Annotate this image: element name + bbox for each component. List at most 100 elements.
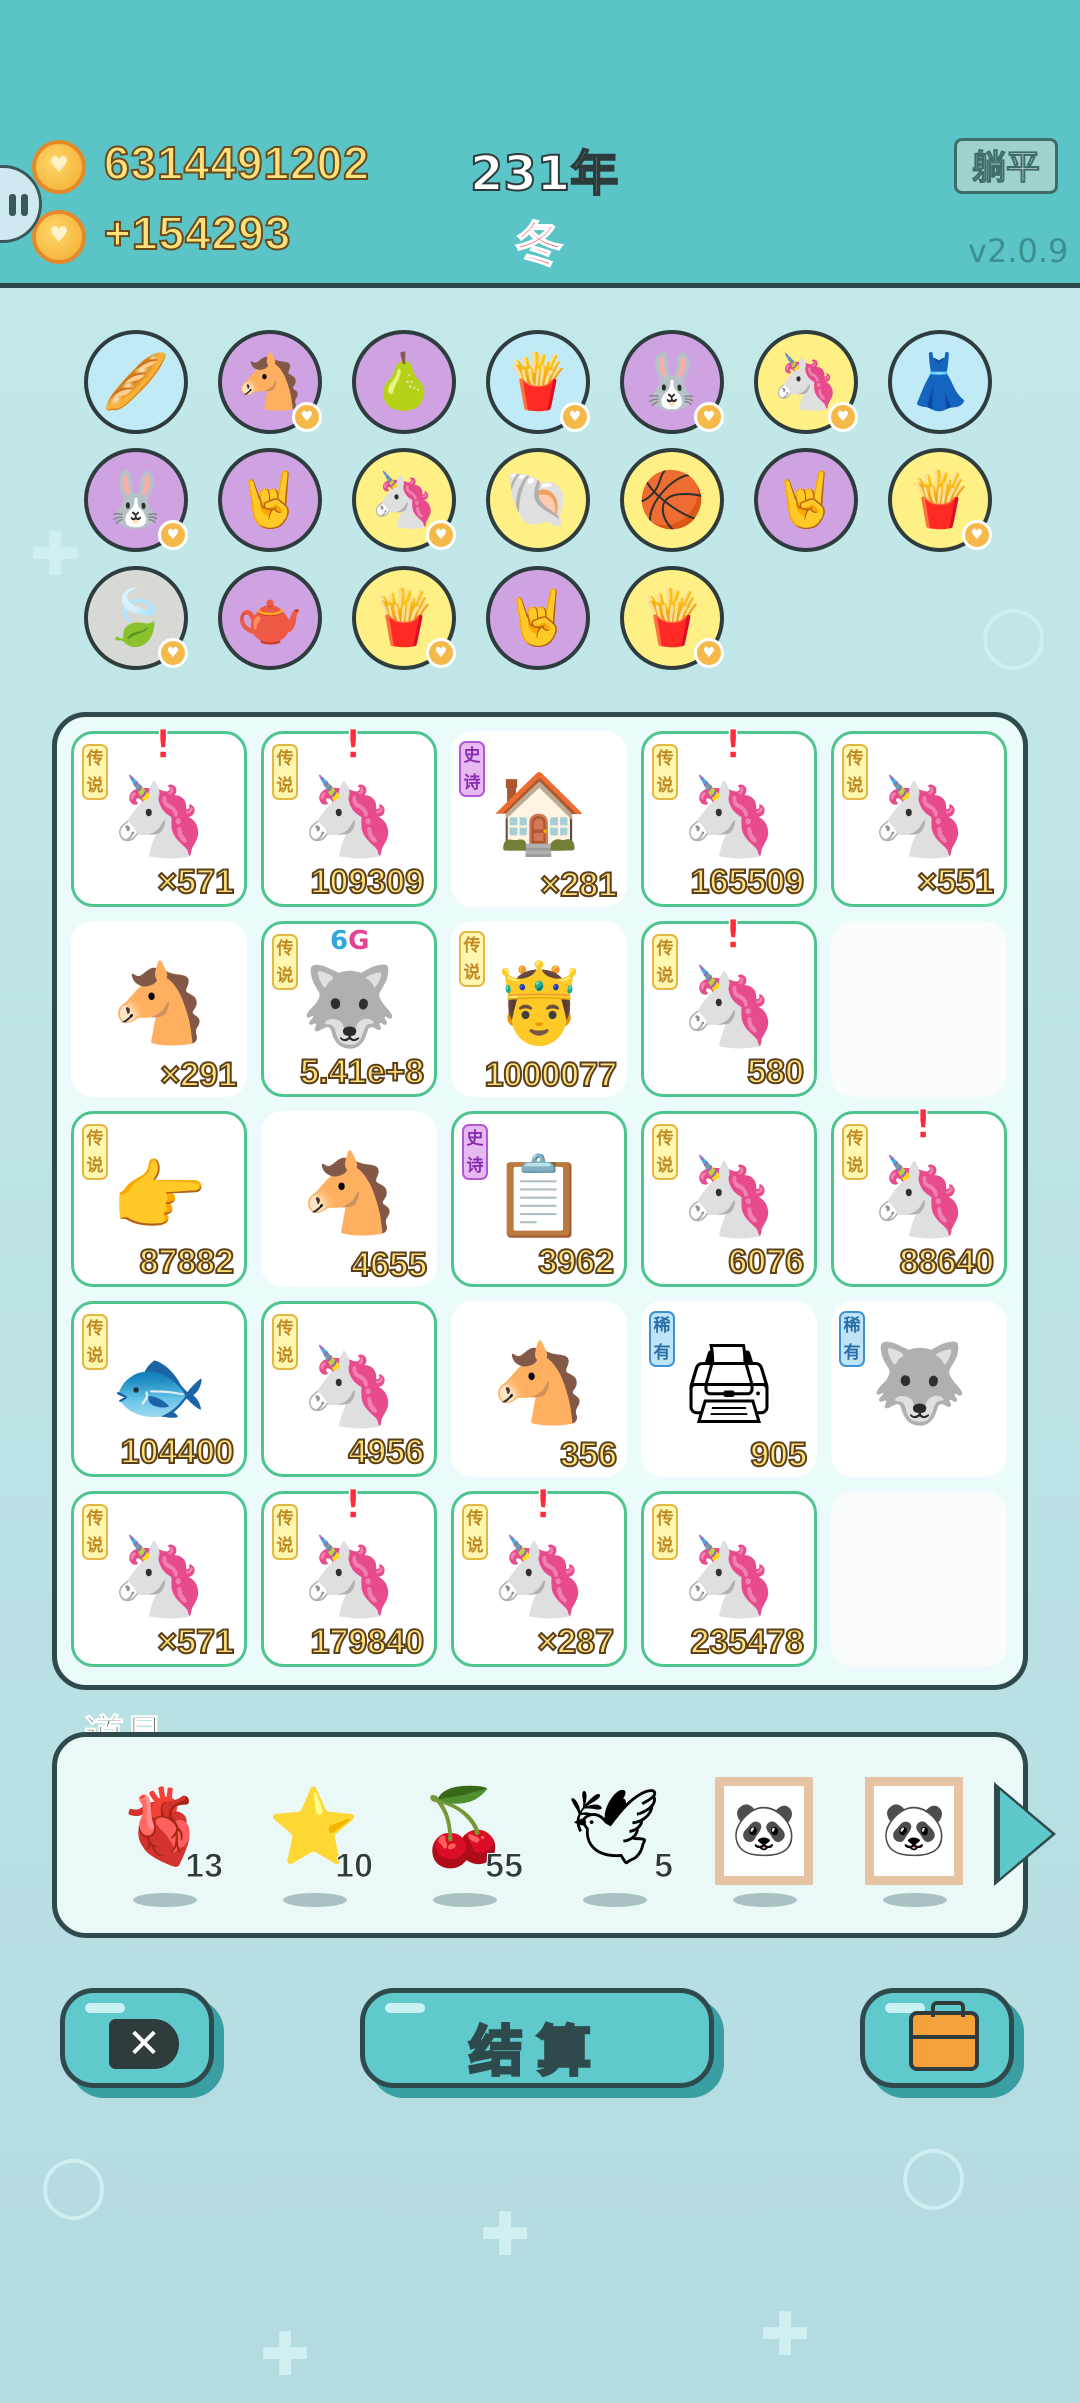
board-cell[interactable]: 传说 🦄 235478 — [641, 1491, 817, 1667]
unicorn-icon: 🦄 — [490, 1532, 588, 1622]
prop-item[interactable]: ⭐ 10 — [259, 1777, 373, 1907]
prop-count: 55 — [485, 1847, 524, 1886]
rock-hand-icon[interactable]: 🤘 — [486, 566, 590, 670]
empty-slot[interactable] — [831, 1491, 1007, 1667]
koi-fish-icon: 🐟 — [110, 1342, 208, 1432]
panda-frame-icon: 🐼 — [865, 1777, 963, 1885]
item-count: 4956 — [347, 1432, 425, 1472]
board-cell[interactable]: 传说! 🦄 ×287 — [451, 1481, 627, 1667]
heart-badge-icon: ♥ — [158, 638, 188, 668]
item-count: ×571 — [156, 1622, 235, 1662]
board-cell[interactable]: 传说 6G 🐺 5.41e+8 — [261, 921, 437, 1097]
unicorn-icon: 🦄 — [870, 772, 968, 862]
skirt-icon[interactable]: 👗 — [888, 330, 992, 434]
heart-badge-icon: ♥ — [426, 638, 456, 668]
board-cell[interactable]: 🐴 356 — [451, 1301, 627, 1477]
board-cell[interactable]: 传说 🦄 ×551 — [831, 731, 1007, 907]
prop-item[interactable]: 🐼 — [709, 1777, 819, 1907]
unicorn-icon: 🦄 — [110, 772, 208, 862]
item-shadow — [583, 1893, 647, 1907]
item-count: 104400 — [120, 1432, 235, 1472]
rabbit-icon[interactable]: 🐰 ♥ — [620, 330, 724, 434]
horse-pair-icon[interactable]: 🐴 ♥ — [218, 330, 322, 434]
prop-count: 13 — [185, 1847, 224, 1886]
briefcase-icon — [909, 2001, 979, 2071]
close-icon: ✕ — [109, 2019, 179, 2069]
board-cell[interactable]: 传说 👉 87882 — [71, 1111, 247, 1287]
prop-count: 10 — [335, 1847, 374, 1886]
item-board: 传说! 🦄 ×571 传说! 🦄 109309 史诗 🏠 ×281 传说! 🦄 165509 传说 🦄 ×5… — [52, 712, 1028, 1690]
unicorn-king-icon: 🦄 — [300, 1342, 398, 1432]
heart-badge-icon: ♥ — [694, 638, 724, 668]
shell-icon[interactable]: 🐚 — [486, 448, 590, 552]
season-label: 冬 — [514, 216, 564, 274]
item-count: 165509 — [690, 862, 805, 902]
horse-icon: 🐴 — [110, 959, 208, 1049]
gravy-boat-icon[interactable]: 🫖 — [218, 566, 322, 670]
fries-sticks-icon[interactable]: 🥖 — [84, 330, 188, 434]
empty-slot[interactable] — [831, 921, 1007, 1097]
board-cell[interactable]: 传说 🦄 ×571 — [71, 1491, 247, 1667]
unicorn-icon: 🦄 — [300, 772, 398, 862]
settle-button[interactable]: 结算 — [360, 1988, 714, 2088]
fries-icon[interactable]: 🍟 ♥ — [352, 566, 456, 670]
prop-item[interactable]: 🫀 13 — [109, 1777, 223, 1907]
unicorn-icon: 🦄 — [110, 1532, 208, 1622]
prop-count: 5 — [654, 1847, 674, 1886]
pomelo-icon[interactable]: 🍐 — [352, 330, 456, 434]
prop-item[interactable]: 🐼 — [859, 1777, 969, 1907]
unicorn-icon: 🦄 — [870, 1152, 968, 1242]
item-count: 109309 — [310, 862, 425, 902]
panda-frame-icon: 🐼 — [715, 1777, 813, 1885]
item-count: 580 — [746, 1052, 805, 1092]
rock-hand-icon[interactable]: 🤘 — [218, 448, 322, 552]
fries-icon[interactable]: 🍟 ♥ — [486, 330, 590, 434]
board-cell[interactable]: 传说 🦄 4956 — [261, 1301, 437, 1477]
board-cell[interactable]: 传说 🤴 1000077 — [451, 921, 627, 1097]
fries-icon[interactable]: 🍟 ♥ — [620, 566, 724, 670]
item-count: 235478 — [690, 1622, 805, 1662]
settle-label: 结算 — [468, 2019, 605, 2085]
board-cell[interactable]: 传说! 🦄 580 — [641, 911, 817, 1097]
item-shadow — [133, 1893, 197, 1907]
board-cell[interactable]: 稀有 🖨 905 — [641, 1301, 817, 1477]
rock-hand-icon[interactable]: 🤘 — [754, 448, 858, 552]
board-cell[interactable]: 传说! 🦄 88640 — [831, 1101, 1007, 1287]
item-count: ×571 — [156, 862, 235, 902]
button-highlight — [85, 2003, 125, 2013]
board-cell[interactable]: 传说! 🦄 179840 — [261, 1481, 437, 1667]
horse-icon: 🐴 — [490, 1339, 588, 1429]
unicorn-icon[interactable]: 🦄 ♥ — [352, 448, 456, 552]
heart-badge-icon: ♥ — [426, 520, 456, 550]
next-arrow-icon[interactable] — [1000, 1790, 1052, 1878]
item-count: 6076 — [727, 1242, 805, 1282]
printer-icon: 🖨 — [679, 1339, 779, 1429]
board-cell[interactable]: 传说! 🦄 ×571 — [71, 721, 247, 907]
background-pattern: ✚ — [260, 2320, 311, 2390]
leaf-icon[interactable]: 🍃 ♥ — [84, 566, 188, 670]
basketballs-icon[interactable]: 🏀 — [620, 448, 724, 552]
rabbit-icon[interactable]: 🐰 ♥ — [84, 448, 188, 552]
unicorn-icon[interactable]: 🦄 ♥ — [754, 330, 858, 434]
coin-balance: 6314491202 — [103, 136, 370, 190]
board-cell[interactable]: 传说! 🦄 109309 — [261, 721, 437, 907]
prop-item[interactable]: 🍒 55 — [409, 1777, 523, 1907]
discard-button[interactable]: ✕ — [60, 1988, 214, 2088]
board-cell[interactable]: 传说 🦄 6076 — [641, 1111, 817, 1287]
unicorn-icon: 🦄 — [300, 1532, 398, 1622]
board-cell[interactable]: 🐴 ×291 — [71, 921, 247, 1097]
coin-icon — [32, 140, 86, 194]
item-count: 356 — [559, 1435, 618, 1475]
heart-badge-icon: ♥ — [560, 402, 590, 432]
briefcase-button[interactable] — [860, 1988, 1014, 2088]
board-cell[interactable]: 史诗 🏠 ×281 — [451, 731, 627, 907]
fries-icon[interactable]: 🍟 ♥ — [888, 448, 992, 552]
board-cell[interactable]: 🐴 4655 — [261, 1111, 437, 1287]
item-count: 5.41e+8 — [299, 1052, 425, 1092]
prop-item[interactable]: 🕊 5 — [559, 1777, 673, 1907]
board-cell[interactable]: 传说 🐟 104400 — [71, 1301, 247, 1477]
board-cell[interactable]: 史诗 📋 3962 — [451, 1111, 627, 1287]
board-cell[interactable]: 稀有 🐺 — [831, 1301, 1007, 1477]
lie-flat-button[interactable]: 躺平 — [954, 138, 1058, 194]
board-cell[interactable]: 传说! 🦄 165509 — [641, 721, 817, 907]
